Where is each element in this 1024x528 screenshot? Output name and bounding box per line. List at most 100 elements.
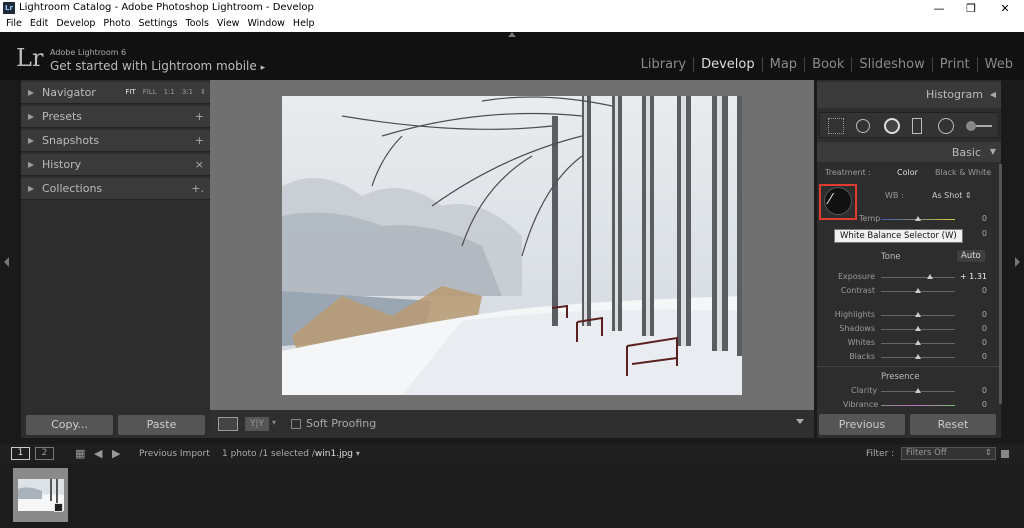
expand-triangle-icon: ▼ bbox=[989, 147, 996, 156]
mobile-promo-link[interactable]: Get started with Lightroom mobile ▸ bbox=[50, 59, 265, 73]
wb-dropdown[interactable]: As Shot ⇕ bbox=[932, 191, 972, 200]
radial-filter-icon[interactable] bbox=[938, 118, 954, 134]
module-develop[interactable]: Develop bbox=[693, 57, 762, 72]
basic-header[interactable]: Basic ▼ bbox=[817, 142, 1001, 162]
secondary-window-button[interactable]: 2 bbox=[35, 447, 54, 460]
highlights-slider-knob[interactable] bbox=[915, 312, 921, 317]
temp-value[interactable]: 0 bbox=[982, 214, 987, 223]
module-map[interactable]: Map bbox=[761, 57, 804, 72]
minimize-button[interactable]: — bbox=[924, 0, 954, 17]
loupe-view-icon[interactable] bbox=[218, 417, 238, 431]
filter-lock-icon[interactable] bbox=[1001, 450, 1009, 458]
module-library[interactable]: Library bbox=[634, 57, 693, 72]
reset-button[interactable]: Reset bbox=[910, 414, 996, 435]
highlights-value[interactable]: 0 bbox=[982, 310, 987, 319]
treatment-bw-option[interactable]: Black & White bbox=[935, 168, 991, 177]
image-canvas[interactable] bbox=[210, 80, 814, 410]
red-eye-icon[interactable] bbox=[884, 118, 900, 134]
source-label[interactable]: Previous Import bbox=[139, 449, 210, 459]
clear-history-icon[interactable]: × bbox=[195, 158, 204, 171]
vibrance-value[interactable]: 0 bbox=[982, 400, 987, 409]
module-print[interactable]: Print bbox=[931, 57, 977, 72]
histogram-header[interactable]: Histogram ◀ bbox=[817, 82, 1001, 108]
before-after-dropdown-icon[interactable]: ▾ bbox=[272, 418, 276, 427]
left-panel-toggle-icon[interactable] bbox=[4, 257, 9, 267]
before-after-icon[interactable]: Y|Y bbox=[245, 417, 269, 431]
exposure-value[interactable]: + 1.31 bbox=[960, 272, 987, 281]
menu-edit[interactable]: Edit bbox=[27, 17, 53, 32]
zoom-3-1[interactable]: 3:1 bbox=[182, 88, 193, 96]
copy-settings-button[interactable]: Copy... bbox=[26, 415, 113, 435]
navigator-header[interactable]: ▶ Navigator FIT FILL 1:1 3:1 ⇕ bbox=[21, 82, 210, 104]
wb-stepper-icon: ⇕ bbox=[964, 191, 972, 200]
graduated-filter-icon[interactable] bbox=[912, 118, 922, 134]
filename-dropdown-icon[interactable]: ▾ bbox=[356, 449, 360, 458]
add-collection-icon[interactable]: +. bbox=[191, 182, 204, 195]
menu-window[interactable]: Window bbox=[244, 17, 289, 32]
menu-photo[interactable]: Photo bbox=[100, 17, 135, 32]
white-balance-selector-button[interactable]: ⁄ bbox=[824, 187, 852, 215]
whites-value[interactable]: 0 bbox=[982, 338, 987, 347]
add-snapshot-icon[interactable]: + bbox=[195, 134, 204, 147]
module-book[interactable]: Book bbox=[804, 57, 851, 72]
zoom-fill[interactable]: FILL bbox=[143, 88, 157, 96]
auto-tone-button[interactable]: Auto bbox=[957, 250, 985, 262]
zoom-fit[interactable]: FIT bbox=[125, 88, 135, 96]
grid-view-icon[interactable]: ▦ bbox=[75, 447, 85, 460]
forward-arrow-icon[interactable]: ▶ bbox=[112, 447, 120, 460]
module-slideshow[interactable]: Slideshow bbox=[851, 57, 931, 72]
exposure-slider-track[interactable] bbox=[881, 277, 955, 278]
exposure-slider-knob[interactable] bbox=[926, 274, 933, 279]
treatment-label: Treatment : bbox=[825, 168, 871, 177]
menu-help[interactable]: Help bbox=[290, 17, 320, 32]
soft-proofing-checkbox[interactable] bbox=[291, 419, 301, 429]
shadows-slider-knob[interactable] bbox=[915, 326, 921, 331]
zoom-1-1[interactable]: 1:1 bbox=[164, 88, 175, 96]
previous-settings-button[interactable]: Previous bbox=[819, 414, 905, 435]
exposure-label: Exposure bbox=[837, 272, 875, 281]
primary-window-button[interactable]: 1 bbox=[11, 447, 30, 460]
menu-settings[interactable]: Settings bbox=[136, 17, 183, 32]
filmstrip-thumbnail-cell[interactable] bbox=[13, 468, 68, 522]
snapshots-header[interactable]: ▶ Snapshots + bbox=[21, 130, 210, 152]
vibrance-slider-track[interactable] bbox=[881, 405, 955, 406]
blacks-value[interactable]: 0 bbox=[982, 352, 987, 361]
right-panel-scrollbar[interactable] bbox=[999, 164, 1002, 404]
add-preset-icon[interactable]: + bbox=[195, 110, 204, 123]
menu-file[interactable]: File bbox=[3, 17, 27, 32]
close-button[interactable]: ✕ bbox=[990, 0, 1020, 17]
history-header[interactable]: ▶ History × bbox=[21, 154, 210, 176]
right-panel-toggle-icon[interactable] bbox=[1015, 257, 1020, 267]
toolbar-menu-icon[interactable] bbox=[796, 419, 804, 424]
clarity-value[interactable]: 0 bbox=[982, 386, 987, 395]
module-web[interactable]: Web bbox=[976, 57, 1020, 72]
photo-preview[interactable] bbox=[282, 96, 742, 395]
maximize-button[interactable]: ❐ bbox=[956, 0, 986, 17]
shadows-value[interactable]: 0 bbox=[982, 324, 987, 333]
presets-header[interactable]: ▶ Presets + bbox=[21, 106, 210, 128]
treatment-color-option[interactable]: Color bbox=[897, 168, 918, 177]
menu-view[interactable]: View bbox=[214, 17, 245, 32]
spot-removal-icon[interactable] bbox=[856, 119, 870, 133]
blacks-slider-knob[interactable] bbox=[915, 354, 921, 359]
clarity-slider-knob[interactable] bbox=[915, 388, 921, 393]
filter-dropdown[interactable]: Filters Off ⇕ bbox=[901, 447, 996, 460]
tone-label: Tone bbox=[881, 252, 901, 262]
menu-develop[interactable]: Develop bbox=[53, 17, 100, 32]
paste-settings-button[interactable]: Paste bbox=[118, 415, 205, 435]
contrast-value[interactable]: 0 bbox=[982, 286, 987, 295]
zoom-stepper-icon[interactable]: ⇕ bbox=[200, 88, 206, 96]
lightroom-window: Lr Lightroom Catalog - Adobe Photoshop L… bbox=[0, 0, 1024, 528]
crop-overlay-icon[interactable] bbox=[828, 118, 844, 134]
temp-slider-knob[interactable] bbox=[915, 216, 921, 221]
menu-tools[interactable]: Tools bbox=[183, 17, 214, 32]
top-panel-toggle-icon[interactable] bbox=[508, 32, 516, 37]
adjustment-brush-icon[interactable] bbox=[966, 120, 994, 132]
tint-value[interactable]: 0 bbox=[982, 229, 987, 238]
section-divider bbox=[817, 366, 1001, 367]
back-arrow-icon[interactable]: ◀ bbox=[94, 447, 102, 460]
contrast-slider-knob[interactable] bbox=[915, 288, 921, 293]
collections-header[interactable]: ▶ Collections +. bbox=[21, 178, 210, 200]
whites-label: Whites bbox=[847, 338, 875, 347]
whites-slider-knob[interactable] bbox=[915, 340, 921, 345]
